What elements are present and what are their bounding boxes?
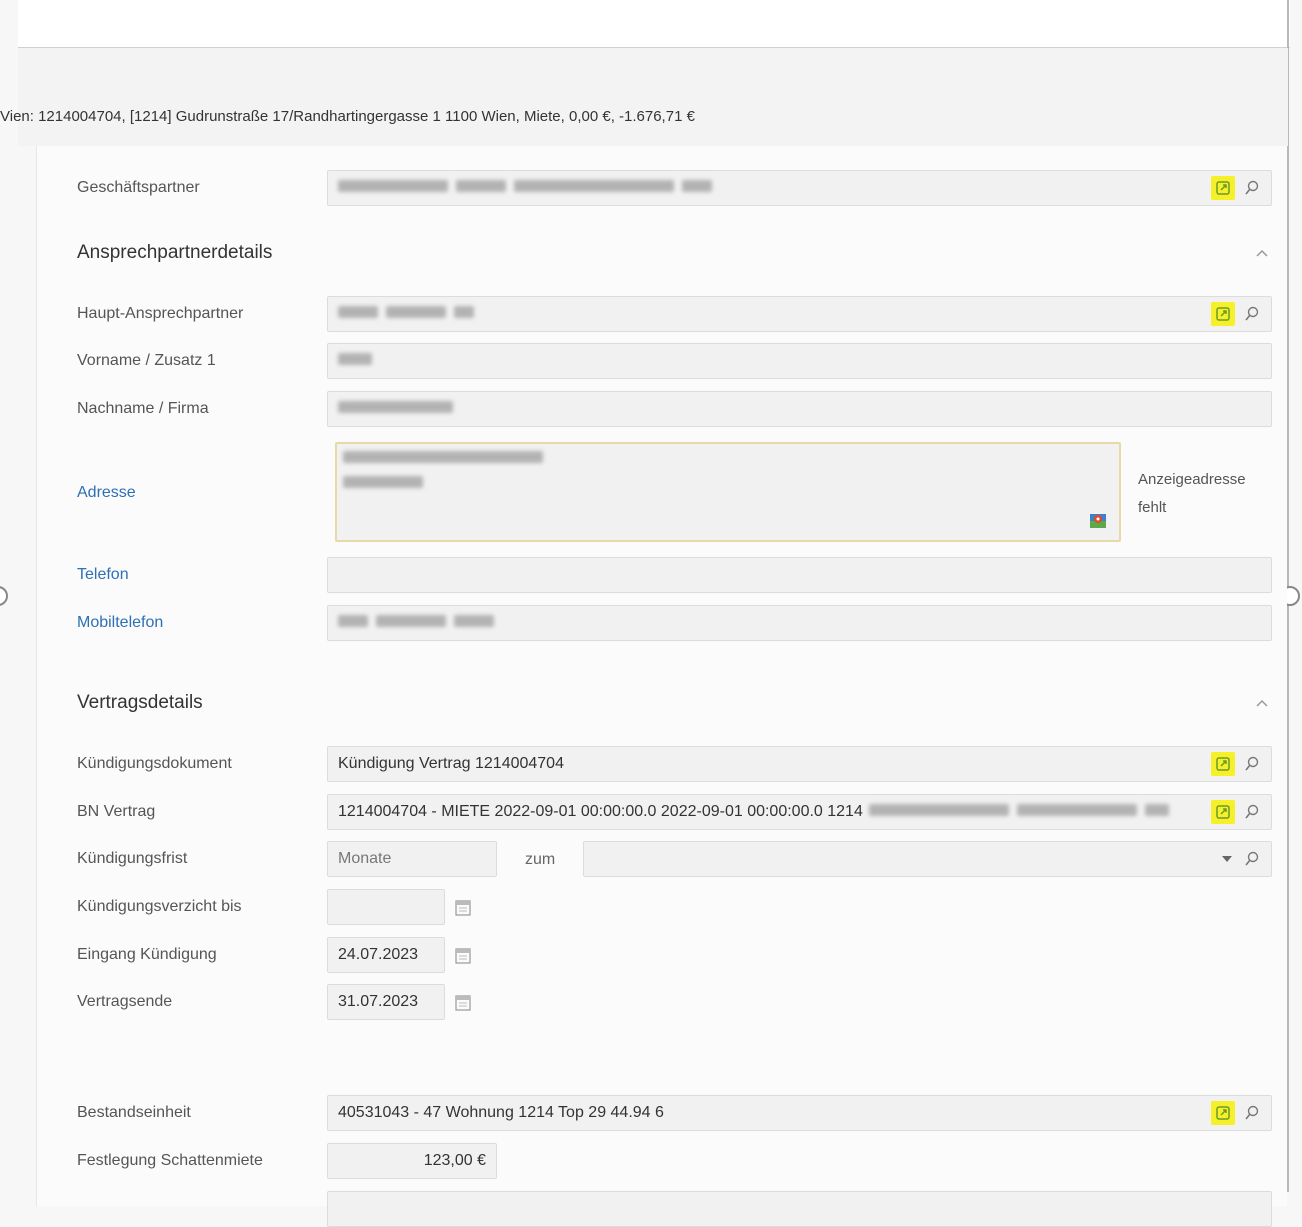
top-bar: [18, 0, 1290, 48]
kuendigungsverzicht-label: Kündigungsverzicht bis: [77, 898, 242, 915]
bestandseinheit-field[interactable]: 40531043 - 47 Wohnung 1214 Top 29 44.94 …: [327, 1095, 1272, 1131]
external-link-icon[interactable]: [1211, 1101, 1235, 1125]
external-link-icon[interactable]: [1211, 752, 1235, 776]
months-placeholder: Monate: [338, 850, 392, 867]
telefon-link[interactable]: Telefon: [77, 566, 129, 584]
search-icon[interactable]: [1243, 179, 1261, 197]
mobiltelefon-field[interactable]: [327, 605, 1272, 641]
calendar-icon[interactable]: [455, 946, 471, 964]
kuendigungsdokument-label: Kündigungsdokument: [77, 755, 232, 772]
search-icon[interactable]: [1243, 850, 1261, 868]
nachname-field[interactable]: [327, 391, 1272, 427]
calendar-icon[interactable]: [455, 993, 471, 1011]
redacted-value: [338, 614, 502, 632]
bn-vertrag-value: 1214004704 - MIETE 2022-09-01 00:00:00.0…: [338, 803, 863, 820]
vorname-field[interactable]: [327, 343, 1272, 379]
redacted-value: [338, 179, 720, 197]
header-strip: [18, 48, 1288, 146]
bn-vertrag-label: BN Vertrag: [77, 803, 156, 820]
telefon-field[interactable]: [327, 557, 1272, 593]
mobiltelefon-link[interactable]: Mobiltelefon: [77, 614, 163, 632]
redacted-value: [343, 450, 551, 493]
vertragsende-label: Vertragsende: [77, 993, 173, 1010]
nachname-label: Nachname / Firma: [77, 400, 209, 417]
kuendigungsdokument-field[interactable]: Kündigung Vertrag 1214004704: [327, 746, 1272, 782]
schattenmiete-field[interactable]: 123,00 €: [327, 1143, 497, 1179]
external-link-icon[interactable]: [1211, 176, 1235, 200]
adresse-field[interactable]: [335, 442, 1121, 542]
eingang-kuendigung-date[interactable]: 24.07.2023: [327, 937, 445, 973]
bn-vertrag-field[interactable]: 1214004704 - MIETE 2022-09-01 00:00:00.0…: [327, 794, 1272, 830]
haupt-ansprechpartner-field[interactable]: [327, 296, 1272, 332]
search-icon[interactable]: [1243, 755, 1261, 773]
geschaeftspartner-label: Geschäftspartner: [77, 179, 200, 196]
section-vertragsdetails: Vertragsdetails: [77, 692, 203, 713]
geschaeftspartner-field[interactable]: [327, 170, 1272, 206]
context-line: Vien: 1214004704, [1214] Gudrunstraße 17…: [0, 108, 695, 125]
form-panel: Geschäftspartner Ansprechpartnerdetails …: [36, 146, 1287, 1227]
search-icon[interactable]: [1243, 803, 1261, 821]
kuendigungsfrist-label: Kündigungsfrist: [77, 850, 188, 867]
kuendigungsfrist-months-input[interactable]: Monate: [327, 841, 497, 877]
external-link-icon[interactable]: [1211, 800, 1235, 824]
dropdown-arrow-icon[interactable]: [1221, 852, 1235, 866]
schattenmiete-label: Festlegung Schattenmiete: [77, 1152, 263, 1169]
search-icon[interactable]: [1243, 1104, 1261, 1122]
left-resize-handle[interactable]: [0, 586, 8, 606]
vertragsende-value: 31.07.2023: [338, 993, 419, 1010]
chevron-up-icon[interactable]: [1255, 698, 1268, 710]
kuendigungsfrist-zum-select[interactable]: [583, 841, 1272, 877]
next-field-partial[interactable]: [327, 1191, 1272, 1227]
eingang-kuendigung-value: 24.07.2023: [338, 946, 419, 963]
eingang-kuendigung-label: Eingang Kündigung: [77, 946, 217, 963]
search-icon[interactable]: [1243, 305, 1261, 323]
zum-label: zum: [525, 851, 556, 868]
redacted-value: [868, 803, 1177, 821]
section-ansprechpartnerdetails: Ansprechpartnerdetails: [77, 242, 273, 263]
redacted-value: [338, 400, 461, 418]
kuendigungsverzicht-date[interactable]: [327, 889, 445, 925]
external-link-icon[interactable]: [1211, 302, 1235, 326]
vertragsende-date[interactable]: 31.07.2023: [327, 984, 445, 1020]
redacted-value: [338, 352, 380, 370]
map-icon[interactable]: [1089, 512, 1107, 530]
anzeigeadresse-note: Anzeigeadresse fehlt: [1138, 471, 1246, 516]
schattenmiete-value: 123,00 €: [423, 1152, 486, 1169]
haupt-ansprechpartner-label: Haupt-Ansprechpartner: [77, 305, 244, 322]
vorname-label: Vorname / Zusatz 1: [77, 352, 216, 369]
redacted-value: [338, 305, 482, 323]
chevron-up-icon[interactable]: [1255, 248, 1268, 260]
bestandseinheit-label: Bestandseinheit: [77, 1104, 191, 1121]
calendar-icon[interactable]: [455, 898, 471, 916]
bestandseinheit-value: 40531043 - 47 Wohnung 1214 Top 29 44.94 …: [338, 1104, 664, 1121]
kuendigungsdokument-value: Kündigung Vertrag 1214004704: [338, 755, 564, 772]
adresse-link[interactable]: Adresse: [77, 484, 136, 502]
